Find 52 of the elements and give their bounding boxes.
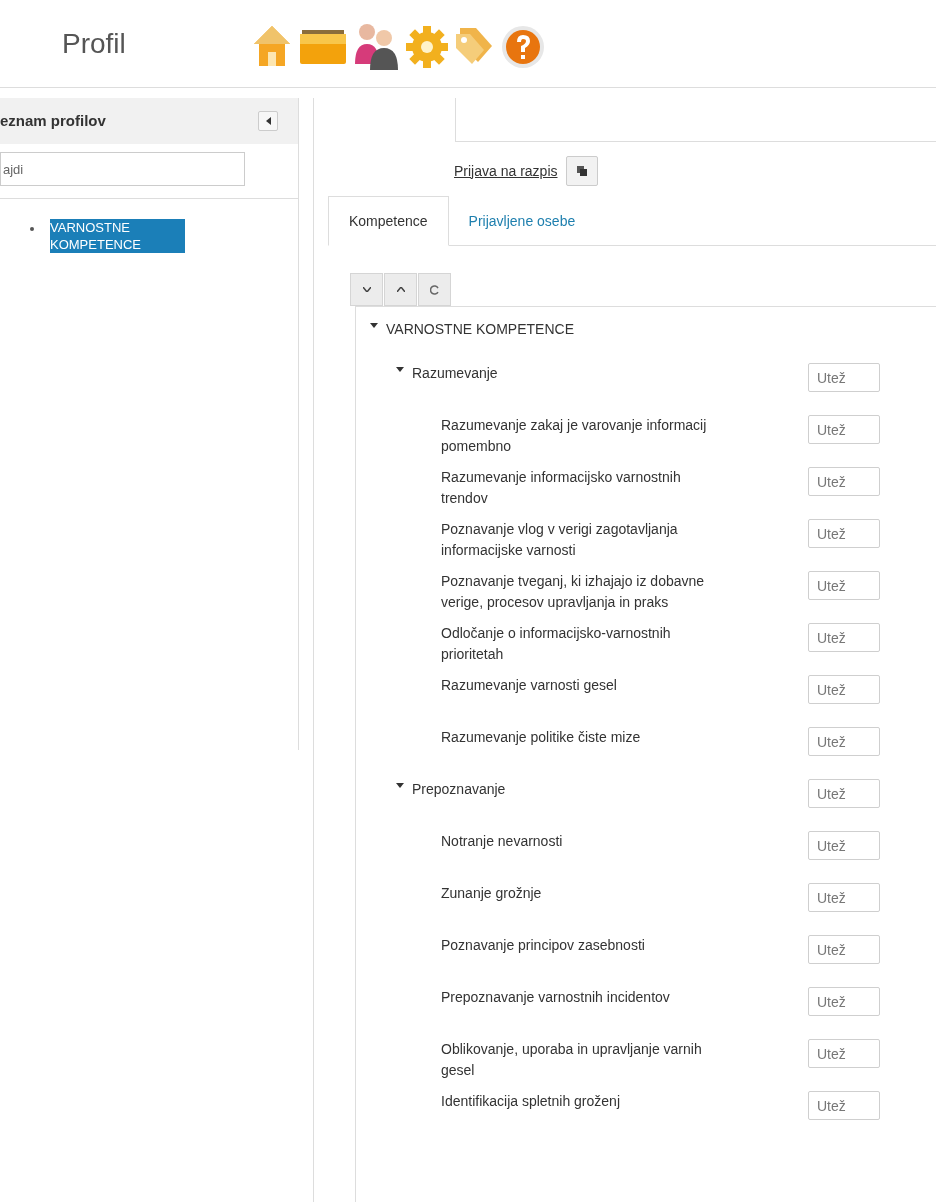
search-field[interactable]: ajdi (0, 152, 245, 186)
weight-field[interactable]: Utež (808, 987, 880, 1016)
weight-field[interactable]: Utež (808, 519, 880, 548)
tree-node-label: Razumevanje informacijsko varnostnih trendov (441, 468, 682, 508)
tree-node-label: Prepoznavanje varnostnih incidentov (441, 988, 671, 1007)
weight-field[interactable]: Utež (808, 623, 880, 652)
tree-node-label: Identifikacija spletnih groženj (441, 1092, 621, 1111)
weight-field[interactable]: Utež (808, 935, 880, 964)
refresh-icon (429, 284, 440, 295)
tree-node-label: Poznavanje tveganj, ki izhajajo iz dobavne verige, procesov upravljanja in praks (441, 572, 706, 612)
tree-node-label: Odločanje o informacijsko-varnostnih prioritetah (441, 624, 672, 664)
tree-node-label: VARNOSTNE KOMPETENCE (386, 320, 574, 339)
text-field[interactable] (455, 98, 936, 142)
tab[interactable]: Prijavljene osebe (448, 196, 596, 246)
copy-icon (576, 166, 587, 176)
chevron-down-icon (362, 287, 371, 292)
refresh-button[interactable] (418, 273, 451, 306)
chevron-up-icon (396, 287, 405, 292)
collapse-button[interactable] (258, 111, 278, 131)
tree-node-label: Prepoznavanje (412, 780, 506, 799)
weight-field[interactable]: Utež (808, 467, 880, 496)
tree-node-label: Poznavanje vlog v verigi zagotavljanja informacijske varnosti (441, 520, 679, 560)
collapse-triangle-icon[interactable] (370, 322, 378, 330)
collapse-triangle-icon[interactable] (396, 366, 404, 374)
tree-node-label: Oblikovanje, uporaba in upravljanje varnih gesel (441, 1040, 703, 1080)
bullet-icon (30, 227, 34, 231)
weight-field[interactable]: Utež (808, 363, 880, 392)
left-caret-icon (265, 117, 271, 125)
weight-field[interactable]: Utež (808, 415, 880, 444)
tree-node-label: Razumevanje varnosti gesel (441, 676, 618, 695)
weight-field[interactable]: Utež (808, 571, 880, 600)
weight-field[interactable]: Utež (808, 779, 880, 808)
tree-node-label: Zunanje grožnje (441, 884, 543, 903)
weight-field[interactable]: Utež (808, 675, 880, 704)
weight-field[interactable]: Utež (808, 1039, 880, 1068)
collapse-triangle-icon[interactable] (396, 782, 404, 790)
tree-node-label: Razumevanje politike čiste mize (441, 728, 642, 747)
tree-node-label: Poznavanje principov zasebnosti (441, 936, 646, 955)
weight-field[interactable]: Utež (808, 883, 880, 912)
weight-field[interactable]: Utež (808, 727, 880, 756)
apply-link[interactable]: Prijava na razpis (454, 160, 558, 182)
tree-node-label: Razumevanje zakaj je varovanje informacij pomembno (441, 416, 708, 456)
weight-field[interactable]: Utež (808, 1091, 880, 1120)
tree-node-label: Razumevanje (412, 364, 498, 383)
tree-node-label: Notranje nevarnosti (441, 832, 564, 851)
profile-item[interactable]: VARNOSTNE KOMPETENCE (50, 219, 185, 253)
page-title: Profil (62, 26, 127, 61)
help-icon[interactable] (500, 23, 546, 70)
copy-button[interactable] (565, 156, 598, 186)
weight-field[interactable]: Utež (808, 831, 880, 860)
sidebar-title: eznam profilov (0, 110, 106, 131)
tab[interactable]: Kompetence (328, 196, 449, 246)
